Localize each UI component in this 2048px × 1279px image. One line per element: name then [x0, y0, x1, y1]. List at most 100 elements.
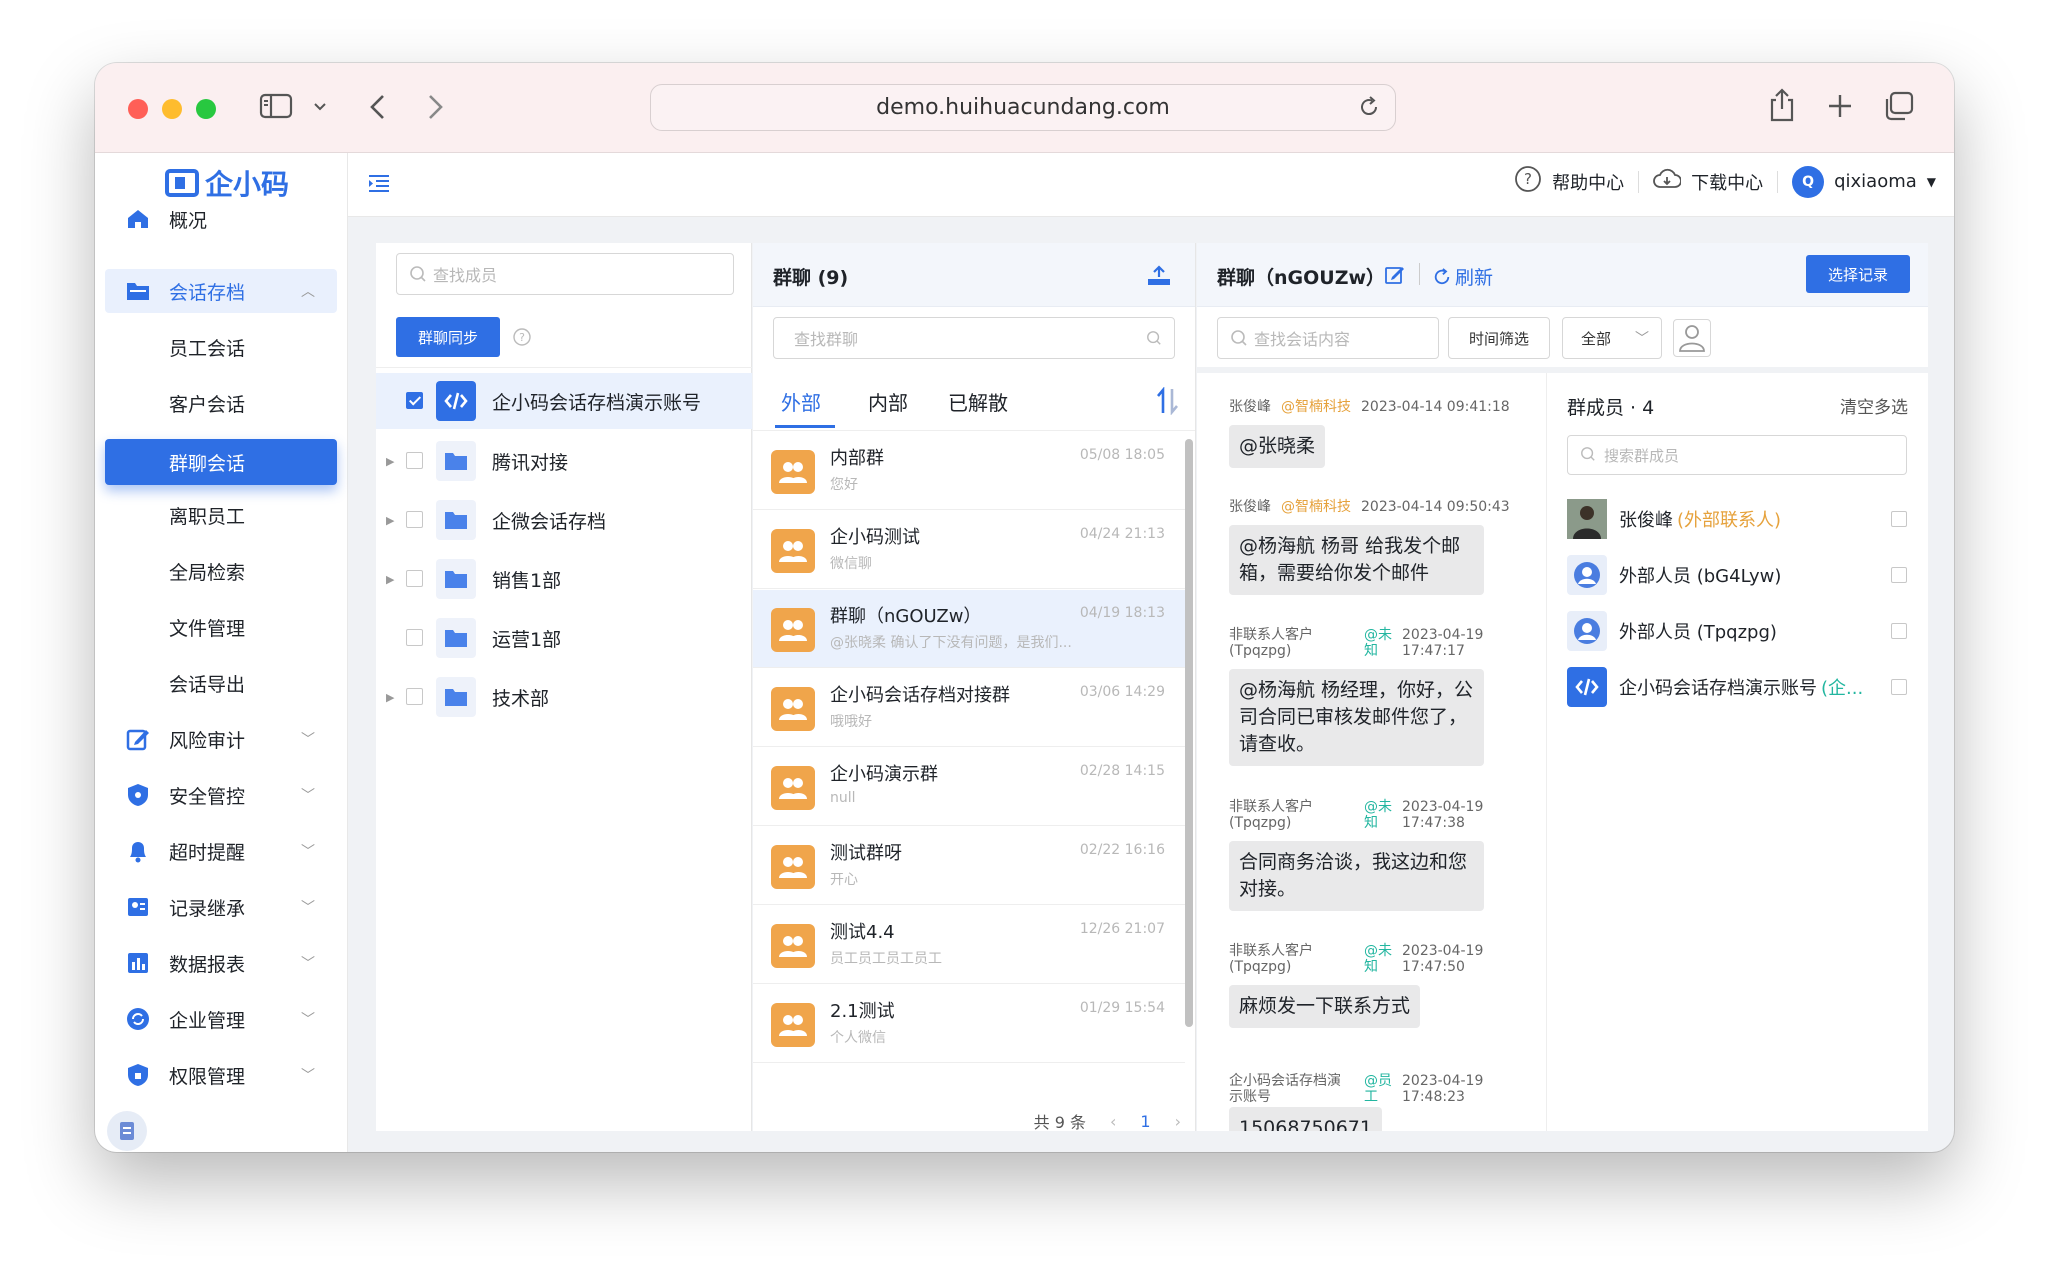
member-search-input[interactable]: 查找成员: [396, 253, 734, 295]
zoom-window-button[interactable]: [196, 99, 216, 119]
sidebar-item-timeout-reminder[interactable]: 超时提醒 ﹀: [105, 829, 337, 873]
group-preview: @张晓柔 确认了下没有问题，是我们...: [830, 635, 1072, 651]
member-search-input[interactable]: 搜索群成员: [1567, 435, 1907, 475]
tree-checkbox[interactable]: [406, 570, 423, 587]
group-item[interactable]: 2.1测试 个人微信 01/29 15:54: [753, 985, 1185, 1063]
member-checkbox[interactable]: [1891, 567, 1907, 583]
message-bubble: 合同商务洽谈，我这边和您对接。: [1229, 841, 1484, 911]
member-row[interactable]: 张俊峰 (外部联系人): [1567, 497, 1907, 541]
caret-right-icon[interactable]: ▶: [386, 691, 394, 704]
member-row[interactable]: 外部人员 (bG4Lyw): [1567, 553, 1907, 597]
tree-node-demo-account[interactable]: 企小码会话存档演示账号: [376, 373, 752, 429]
group-search-input[interactable]: 查找群聊: [773, 317, 1175, 359]
reload-icon[interactable]: [1357, 95, 1381, 125]
cloud-download-icon[interactable]: [1653, 167, 1682, 196]
tree-node-wecom-archive[interactable]: ▶ 企微会话存档: [376, 492, 752, 548]
tree-node-tech[interactable]: ▶ 技术部: [376, 669, 752, 725]
divider: [1777, 170, 1779, 193]
document-icon[interactable]: [107, 1111, 147, 1151]
group-item[interactable]: 企小码演示群 null 02/28 14:15: [753, 748, 1185, 826]
sort-icon[interactable]: [1155, 386, 1181, 419]
member-checkbox[interactable]: [1891, 511, 1907, 527]
clear-selection-link[interactable]: 清空多选: [1840, 393, 1908, 418]
next-page-icon[interactable]: ›: [1175, 1112, 1181, 1131]
sidebar-item-former-staff[interactable]: 离职员工: [105, 493, 337, 537]
select-records-button[interactable]: 选择记录: [1806, 255, 1910, 293]
search-icon: [1146, 330, 1162, 350]
upload-icon[interactable]: [1147, 265, 1171, 291]
group-item[interactable]: 群聊（nGOUZw） @张晓柔 确认了下没有问题，是我们... 04/19 18…: [753, 590, 1185, 668]
forward-arrow-icon[interactable]: [425, 93, 445, 125]
tree-node-tencent[interactable]: ▶ 腾讯对接: [376, 433, 752, 489]
prev-page-icon[interactable]: ‹: [1110, 1112, 1116, 1131]
group-item[interactable]: 测试4.4 员工员工员工员工 12/26 21:07: [753, 906, 1185, 984]
member-checkbox[interactable]: [1891, 679, 1907, 695]
tree-node-operations[interactable]: 运营1部: [376, 610, 752, 666]
tree-checkbox[interactable]: [406, 452, 423, 469]
sidebar-item-risk-audit[interactable]: 风险审计 ﹀: [105, 717, 337, 761]
tab-internal[interactable]: 内部: [868, 387, 908, 416]
tree-checkbox[interactable]: [406, 629, 423, 646]
group-sync-button[interactable]: 群聊同步: [396, 317, 500, 357]
member-row[interactable]: 企小码会话存档演示账号 (企...: [1567, 665, 1907, 709]
menu-collapse-icon[interactable]: [368, 173, 390, 197]
download-center-link[interactable]: 下载中心: [1691, 169, 1763, 195]
sidebar-item-overview[interactable]: 概况: [105, 197, 337, 241]
chevron-down-icon: ﹀: [1635, 331, 1649, 347]
sidebar-item-staff-chats[interactable]: 员工会话: [105, 325, 337, 369]
user-filter-icon[interactable]: [1673, 319, 1711, 357]
tree-checkbox[interactable]: [406, 392, 423, 409]
page-number[interactable]: 1: [1140, 1112, 1150, 1131]
sidebar-item-enterprise-management[interactable]: 企业管理 ﹀: [105, 997, 337, 1041]
tree-checkbox[interactable]: [406, 511, 423, 528]
sidebar-item-file-management[interactable]: 文件管理: [105, 605, 337, 649]
group-item[interactable]: 企小码会话存档对接群 哦哦好 03/06 14:29: [753, 669, 1185, 747]
chevron-down-icon: ﹀: [301, 1012, 315, 1028]
scrollbar[interactable]: [1185, 439, 1193, 1027]
sidebar-item-group-chats[interactable]: 群聊会话: [105, 439, 337, 485]
sidebar-item-security-control[interactable]: 安全管控 ﹀: [105, 773, 337, 817]
time-filter-button[interactable]: 时间筛选: [1448, 317, 1550, 359]
share-icon[interactable]: [1767, 87, 1797, 127]
sidebar-toggle-icon[interactable]: [259, 91, 293, 125]
url-text: demo.huihuacundang.com: [876, 95, 1170, 120]
edit-icon[interactable]: [1385, 265, 1405, 289]
sidebar-item-record-inherit[interactable]: 记录继承 ﹀: [105, 885, 337, 929]
group-item[interactable]: 测试群呀 开心 02/22 16:16: [753, 827, 1185, 905]
type-filter-select[interactable]: 全部 ﹀: [1562, 317, 1662, 359]
user-avatar[interactable]: Q: [1792, 165, 1825, 198]
tab-external[interactable]: 外部: [781, 387, 821, 416]
tab-overview-icon[interactable]: [1883, 91, 1915, 125]
tree-checkbox[interactable]: [406, 688, 423, 705]
tab-dismissed[interactable]: 已解散: [948, 387, 1008, 416]
username[interactable]: qixiaoma: [1834, 171, 1917, 192]
sidebar-item-label: 风险审计: [169, 729, 246, 752]
chevron-down-icon[interactable]: [313, 99, 327, 118]
new-tab-icon[interactable]: [1827, 93, 1853, 123]
sidebar-item-chat-export[interactable]: 会话导出: [105, 661, 337, 705]
sidebar-item-data-reports[interactable]: 数据报表 ﹀: [105, 941, 337, 985]
sidebar-item-chat-archive[interactable]: 会话存档 ︿: [105, 269, 337, 313]
caret-right-icon[interactable]: ▶: [386, 514, 394, 527]
caret-right-icon[interactable]: ▶: [386, 455, 394, 468]
group-name: 企小码演示群: [830, 764, 938, 785]
help-icon[interactable]: ?: [1514, 165, 1542, 198]
close-window-button[interactable]: [128, 99, 148, 119]
sidebar-item-permission-management[interactable]: 权限管理 ﹀: [105, 1053, 337, 1097]
chat-search-input[interactable]: 查找会话内容: [1217, 317, 1439, 359]
caret-down-icon[interactable]: ▼: [1927, 175, 1936, 189]
group-item[interactable]: 内部群 您好 05/08 18:05: [753, 432, 1185, 510]
back-arrow-icon[interactable]: [368, 93, 388, 125]
sidebar-item-customer-chats[interactable]: 客户会话: [105, 381, 337, 425]
member-row[interactable]: 外部人员 (Tpqzpg): [1567, 609, 1907, 653]
address-bar[interactable]: demo.huihuacundang.com: [650, 84, 1396, 131]
refresh-button[interactable]: 刷新: [1433, 263, 1493, 290]
minimize-window-button[interactable]: [162, 99, 182, 119]
group-item[interactable]: 企小码测试 微信聊 04/24 21:13: [753, 511, 1185, 589]
member-checkbox[interactable]: [1891, 623, 1907, 639]
tree-node-sales[interactable]: ▶ 销售1部: [376, 551, 752, 607]
sidebar-item-global-search[interactable]: 全局检索: [105, 549, 337, 593]
help-center-link[interactable]: 帮助中心: [1552, 169, 1624, 195]
caret-right-icon[interactable]: ▶: [386, 573, 394, 586]
question-circle-icon[interactable]: ?: [512, 327, 532, 351]
